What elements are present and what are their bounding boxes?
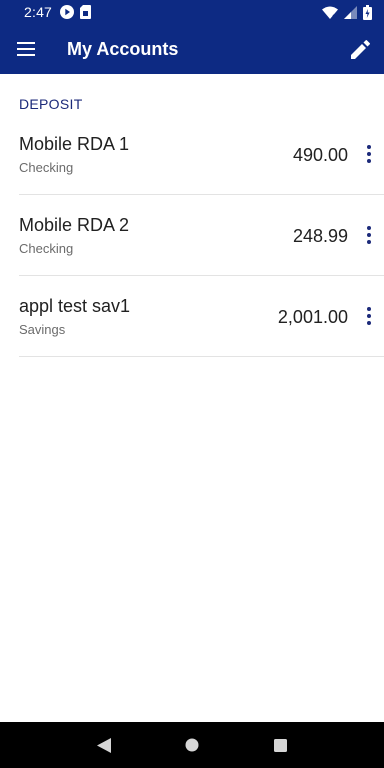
account-balance: 2,001.00 (277, 307, 348, 327)
account-name: Mobile RDA 1 (19, 134, 130, 154)
back-icon (97, 737, 111, 753)
page-title: My Accounts (67, 38, 179, 59)
more-options-icon[interactable] (360, 223, 378, 247)
account-row[interactable]: appl test sav1 Savings 2,001.00 (19, 276, 384, 357)
account-balance: 490.00 (292, 145, 348, 165)
recents-button[interactable] (260, 725, 300, 765)
status-bar: 2:47 (0, 0, 384, 24)
account-type: Checking (19, 241, 74, 256)
account-row[interactable]: Mobile RDA 1 Checking 490.00 (19, 114, 384, 195)
wifi-icon (322, 6, 338, 19)
pencil-icon (350, 39, 370, 59)
play-circle-icon (60, 5, 75, 19)
home-icon (185, 738, 199, 752)
screen: 2:47 My Accounts DEPOSIT Mobile RDA 1 Ch… (0, 0, 384, 768)
home-button[interactable] (172, 725, 212, 765)
signal-icon (344, 5, 357, 19)
status-left-icons (60, 5, 92, 19)
app-bar: My Accounts (0, 24, 384, 74)
account-type: Checking (19, 160, 74, 175)
section-header-deposit: DEPOSIT (19, 96, 83, 112)
account-name: appl test sav1 (19, 296, 131, 316)
recents-icon (273, 738, 287, 752)
account-balance: 248.99 (292, 226, 348, 246)
menu-button[interactable] (0, 24, 52, 74)
more-options-icon[interactable] (360, 304, 378, 328)
system-nav-bar (0, 722, 384, 768)
edit-button[interactable] (338, 24, 382, 74)
status-time: 2:47 (24, 4, 53, 20)
account-row[interactable]: Mobile RDA 2 Checking 248.99 (19, 195, 384, 276)
sim-card-icon (80, 5, 92, 19)
more-options-icon[interactable] (360, 142, 378, 166)
battery-icon (363, 4, 372, 20)
account-name: Mobile RDA 2 (19, 215, 130, 235)
account-list: Mobile RDA 1 Checking 490.00 Mobile RDA … (19, 114, 384, 357)
hamburger-menu-icon (17, 42, 35, 56)
status-right-icons (322, 4, 372, 20)
account-type: Savings (19, 322, 66, 337)
back-button[interactable] (84, 725, 124, 765)
